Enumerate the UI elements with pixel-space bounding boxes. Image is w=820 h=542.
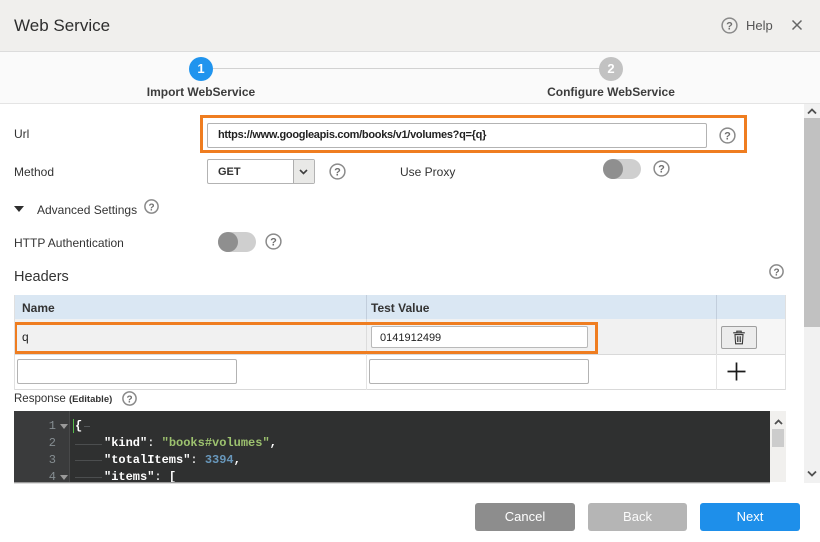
svg-text:?: ? — [658, 164, 665, 176]
svg-text:?: ? — [726, 21, 733, 33]
svg-text:?: ? — [334, 167, 341, 179]
svg-text:?: ? — [270, 237, 277, 249]
svg-text:?: ? — [773, 267, 779, 278]
svg-text:?: ? — [724, 131, 731, 143]
svg-text:?: ? — [148, 202, 154, 213]
svg-text:?: ? — [126, 394, 132, 405]
